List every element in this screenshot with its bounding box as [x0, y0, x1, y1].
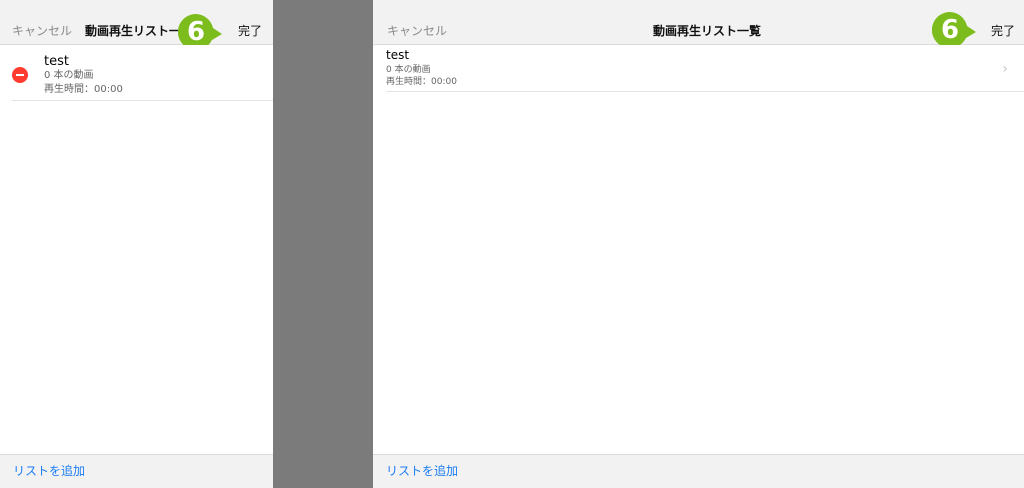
- row-separator: [386, 91, 1024, 92]
- minus-circle-icon[interactable]: [12, 67, 28, 83]
- playlist-title: test: [44, 54, 69, 69]
- playlist-row[interactable]: [0, 45, 273, 101]
- playlist-duration: 再生時間：00:00: [386, 77, 457, 87]
- nav-title: 動画再生リスト一覧: [653, 24, 762, 38]
- playlist-video-count: 0 本の動画: [386, 65, 431, 75]
- step-badge: 6: [932, 12, 976, 48]
- navigation-bar: キャンセル 動画再生リスト一覧 完了: [373, 0, 1024, 45]
- cancel-button[interactable]: キャンセル: [12, 24, 72, 38]
- bottom-toolbar: リストを追加: [0, 454, 273, 488]
- playlist-row[interactable]: [373, 45, 1024, 92]
- row-separator: [12, 100, 273, 101]
- playlist-duration: 再生時間：00:00: [44, 84, 123, 95]
- add-list-button[interactable]: リストを追加: [13, 464, 85, 478]
- step-badge-number: 6: [940, 15, 960, 45]
- done-button[interactable]: 完了: [991, 24, 1015, 38]
- playlist-title: test: [386, 48, 410, 62]
- cancel-button[interactable]: キャンセル: [387, 24, 447, 38]
- navigation-bar: キャンセル 動画再生リスト一 完了: [0, 0, 273, 45]
- chevron-right-icon[interactable]: ›: [1002, 61, 1008, 77]
- nav-title: 動画再生リスト一: [85, 24, 180, 38]
- add-list-button[interactable]: リストを追加: [386, 464, 458, 478]
- bottom-toolbar: リストを追加: [373, 454, 1024, 488]
- right-panel-list-view: キャンセル 動画再生リスト一覧 完了 6 test 0 本の動画 再生時間：00…: [373, 0, 1024, 488]
- left-panel-edit-mode: キャンセル 動画再生リスト一 完了 6 test 0 本の動画 再生時間：00:…: [0, 0, 273, 488]
- playlist-video-count: 0 本の動画: [44, 70, 94, 81]
- done-button[interactable]: 完了: [238, 24, 262, 38]
